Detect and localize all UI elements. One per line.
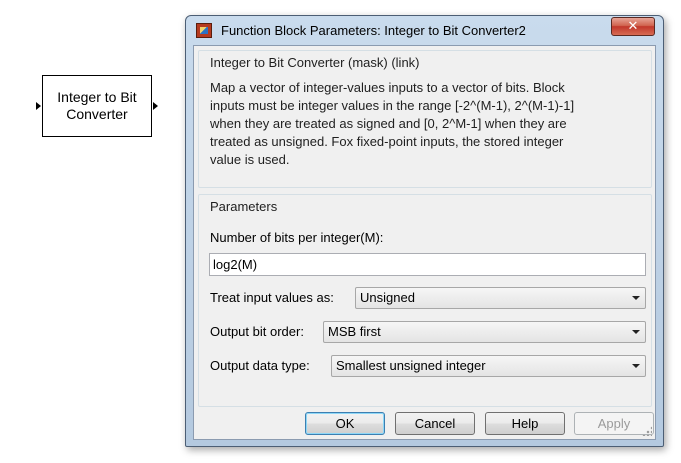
- close-button[interactable]: ✕: [611, 17, 655, 36]
- output-bit-order-label: Output bit order:: [210, 324, 304, 339]
- bits-per-integer-input[interactable]: log2(M): [209, 253, 646, 276]
- description-line: value is used.: [210, 152, 290, 167]
- cancel-button[interactable]: Cancel: [395, 412, 475, 435]
- description-line: Map a vector of integer-values inputs to…: [210, 80, 565, 95]
- parameters-group: Parameters Number of bits per integer(M)…: [198, 194, 652, 407]
- treat-input-select[interactable]: Unsigned: [355, 287, 646, 309]
- simulink-app-icon: [196, 23, 212, 38]
- block-input-port: [36, 102, 41, 110]
- output-data-type-select[interactable]: Smallest unsigned integer: [331, 355, 646, 377]
- treat-input-value: Unsigned: [360, 290, 415, 305]
- function-block-parameters-dialog: Function Block Parameters: Integer to Bi…: [185, 15, 664, 447]
- chevron-down-icon: [632, 296, 640, 300]
- description-group: Integer to Bit Converter (mask) (link) M…: [198, 50, 652, 188]
- integer-to-bit-converter-block[interactable]: Integer to Bit Converter: [42, 75, 152, 137]
- description-line: treated as unsigned. Fox fixed-point inp…: [210, 134, 564, 149]
- chevron-down-icon: [632, 330, 640, 334]
- description-line: when they are treated as signed and [0, …: [210, 116, 567, 131]
- block-label-line1: Integer to Bit: [57, 89, 137, 105]
- dialog-body: Integer to Bit Converter (mask) (link) M…: [193, 45, 656, 440]
- close-icon: ✕: [627, 19, 639, 34]
- description-line: inputs must be integer values in the ran…: [210, 98, 575, 113]
- treat-input-label: Treat input values as:: [210, 290, 334, 305]
- window-title: Function Block Parameters: Integer to Bi…: [221, 23, 526, 38]
- chevron-down-icon: [632, 364, 640, 368]
- output-data-type-label: Output data type:: [210, 358, 310, 373]
- mask-title: Integer to Bit Converter (mask) (link): [210, 55, 420, 70]
- block-label-line2: Converter: [66, 106, 128, 122]
- apply-button[interactable]: Apply: [574, 412, 654, 435]
- output-data-type-value: Smallest unsigned integer: [336, 358, 486, 373]
- output-bit-order-select[interactable]: MSB first: [323, 321, 646, 343]
- output-bit-order-value: MSB first: [328, 324, 381, 339]
- help-button[interactable]: Help: [485, 412, 565, 435]
- parameters-title: Parameters: [210, 199, 278, 214]
- bits-per-integer-label: Number of bits per integer(M):: [210, 230, 384, 245]
- ok-button[interactable]: OK: [305, 412, 385, 435]
- title-bar[interactable]: Function Block Parameters: Integer to Bi…: [186, 16, 663, 46]
- block-output-port: [153, 102, 158, 110]
